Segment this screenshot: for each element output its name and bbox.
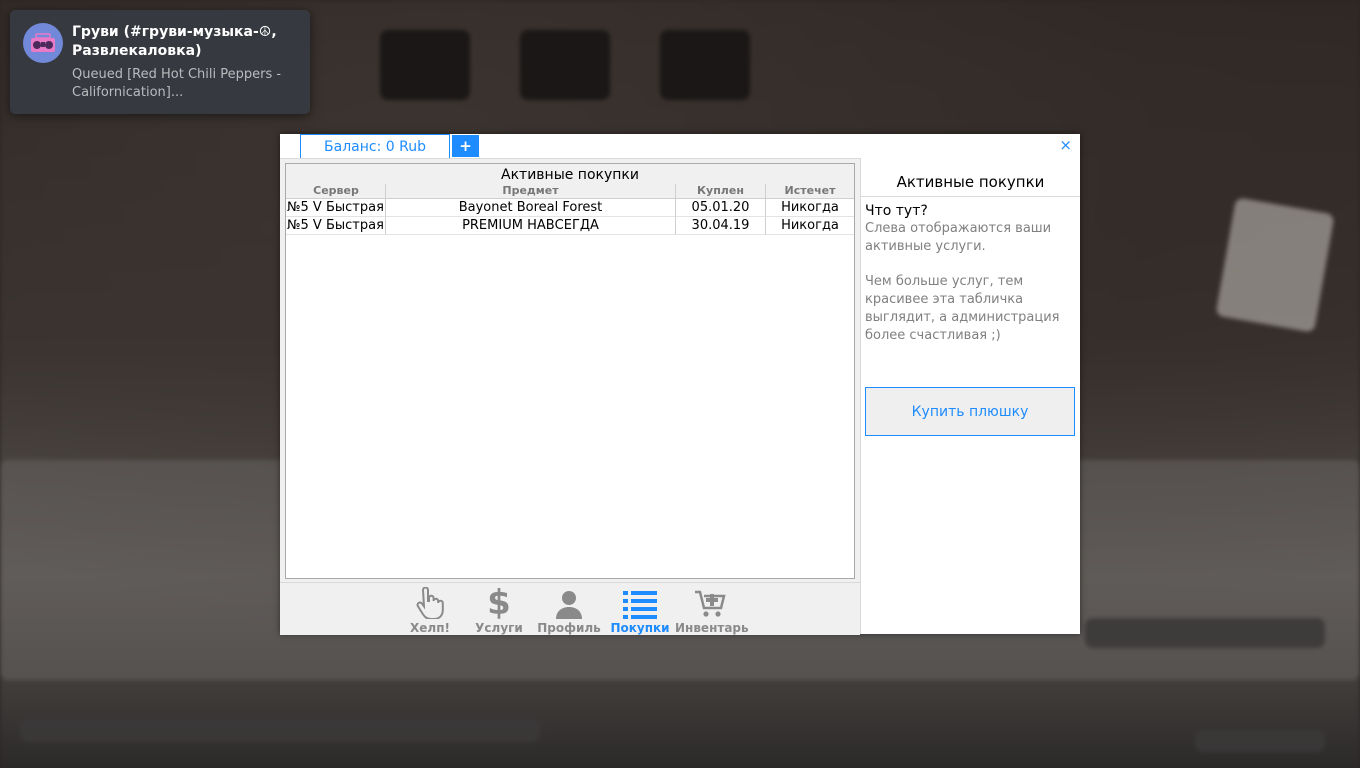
window-topbar: Баланс: 0 Rub + × <box>280 134 1080 158</box>
discord-notification[interactable]: Груви (#груви-музыка-☮, Развлекаловка) Q… <box>10 10 310 114</box>
column-header-item[interactable]: Предмет <box>386 184 676 198</box>
info-panel: Активные покупки Что тут? Слева отобража… <box>860 158 1080 634</box>
nav-help[interactable]: Хелп! <box>395 587 465 635</box>
cell-item: Bayonet Boreal Forest <box>386 199 676 217</box>
cell-bought: 05.01.20 <box>676 199 766 217</box>
dollar-icon: $ <box>487 583 511 623</box>
buy-button[interactable]: Купить плюшку <box>865 387 1075 436</box>
cell-item: PREMIUM НАВСЕГДА <box>386 217 676 235</box>
nav-purchases[interactable]: Покупки <box>605 587 675 635</box>
purchases-table: Активные покупки Сервер Предмет Куплен И… <box>285 163 855 579</box>
nav-label: Профиль <box>537 621 601 635</box>
table-row[interactable]: №5 V Быстрая Bayonet Boreal Forest 05.01… <box>286 199 854 217</box>
list-icon <box>605 587 675 619</box>
nav-label: Инвентарь <box>675 621 749 635</box>
nav-label: Покупки <box>610 621 670 635</box>
balance-tab[interactable]: Баланс: 0 Rub <box>300 134 450 158</box>
purchases-panel: Активные покупки Сервер Предмет Куплен И… <box>280 158 860 583</box>
nav-profile[interactable]: Профиль <box>534 587 604 635</box>
info-question: Что тут? <box>865 203 928 219</box>
cell-server: №5 V Быстрая <box>286 217 386 235</box>
bottom-navigation: Хелп! $ Услуги Профиль Покупки Инвентарь <box>280 582 860 635</box>
nav-label: Хелп! <box>410 621 450 635</box>
cell-bought: 30.04.19 <box>676 217 766 235</box>
info-text: Слева отображаются ваши активные услуги.… <box>861 220 1080 345</box>
column-header-expires[interactable]: Истечет <box>766 184 854 198</box>
pointing-hand-icon <box>395 587 465 619</box>
cell-expires: Никогда <box>766 217 854 235</box>
nav-services[interactable]: $ Услуги <box>464 583 534 635</box>
nav-label: Услуги <box>475 621 523 635</box>
notification-message: Queued [Red Hot Chili Peppers - Californ… <box>72 67 282 100</box>
column-header-bought[interactable]: Куплен <box>676 184 766 198</box>
nav-inventory[interactable]: Инвентарь <box>675 587 749 635</box>
column-header-server[interactable]: Сервер <box>286 184 386 198</box>
info-paragraph: Слева отображаются ваши активные услуги. <box>865 221 1052 254</box>
table-row[interactable]: №5 V Быстрая PREMIUM НАВСЕГДА 30.04.19 Н… <box>286 217 854 235</box>
close-icon[interactable]: × <box>1059 136 1072 154</box>
cart-add-icon <box>675 587 745 619</box>
notification-title: Груви (#груви-музыка-☮, Развлекаловка) <box>72 24 277 59</box>
user-icon <box>534 587 604 619</box>
table-caption: Активные покупки <box>286 164 854 184</box>
info-paragraph: Чем больше услуг, тем красивее эта табли… <box>865 274 1060 343</box>
boombox-icon <box>23 23 63 63</box>
shop-window: Баланс: 0 Rub + × Активные покупки Серве… <box>280 134 1080 635</box>
info-title: Активные покупки <box>861 158 1080 197</box>
table-header: Сервер Предмет Куплен Истечет <box>286 184 854 199</box>
cell-server: №5 V Быстрая <box>286 199 386 217</box>
add-funds-button[interactable]: + <box>452 135 479 157</box>
cell-expires: Никогда <box>766 199 854 217</box>
